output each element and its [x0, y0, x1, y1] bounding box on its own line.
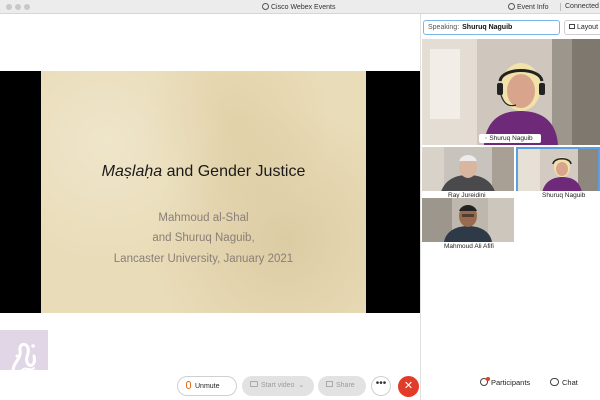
- shared-content-stage: Maṣlaḥa and Gender Justice Mahmoud al-Sh…: [0, 14, 420, 370]
- active-speaker-name: Shuruq Naguib: [489, 135, 533, 142]
- close-window-button[interactable]: [6, 4, 12, 10]
- chat-label: Chat: [562, 378, 578, 387]
- meeting-control-bar: Unmute ⌄ Start video ⌄ Share ••• ✕: [0, 370, 420, 400]
- info-icon: [508, 3, 515, 10]
- active-speaker-name-tag: ◦ Shuruq Naguib: [479, 134, 541, 143]
- share-label: Share: [336, 382, 355, 389]
- start-video-button[interactable]: Start video ⌄: [242, 376, 314, 396]
- slide-author-line-1: Mahmoud al-Shal: [158, 212, 249, 224]
- more-options-button[interactable]: •••: [371, 376, 391, 396]
- participant-name-tag: Shuruq Naguib: [516, 191, 600, 200]
- notification-dot: [486, 377, 490, 381]
- slide-author-line-2: and Shuruq Naguib,: [152, 232, 255, 244]
- slide-affiliation-line: Lancaster University, January 2021: [113, 253, 294, 265]
- layout-button[interactable]: Layout: [564, 20, 600, 35]
- chevron-down-icon: ⌄: [298, 382, 305, 389]
- unmute-button[interactable]: Unmute ⌄: [177, 376, 237, 396]
- active-speaker-indicator: Speaking: Shuruq Naguib: [423, 20, 560, 35]
- participant-video-tile-active[interactable]: [516, 147, 600, 195]
- presentation-area: Maṣlaḥa and Gender Justice Mahmoud al-Sh…: [0, 71, 420, 313]
- zoom-window-button[interactable]: [24, 4, 30, 10]
- leave-meeting-button[interactable]: ✕: [398, 376, 419, 397]
- titlebar-divider: [560, 3, 561, 11]
- start-video-label: Start video: [261, 382, 295, 389]
- participant-name: Shuruq Naguib: [542, 192, 586, 199]
- active-speaker-video[interactable]: [422, 39, 600, 145]
- unmute-label: Unmute: [195, 383, 220, 390]
- webex-logo-icon: [262, 3, 269, 10]
- layout-label: Layout: [577, 24, 599, 31]
- minimize-window-button[interactable]: [15, 4, 21, 10]
- slide-title: Maṣlaḥa and Gender Justice: [41, 163, 366, 181]
- window-titlebar: Cisco Webex Events Event Info Connected: [0, 0, 600, 14]
- participant-video-tile[interactable]: [422, 147, 514, 195]
- share-button[interactable]: Share: [318, 376, 366, 396]
- chat-bubble-icon: [550, 378, 559, 386]
- participants-video-panel: Speaking: Shuruq Naguib Layout ◦ Shuruq Na…: [420, 14, 600, 400]
- participants-label: Participants: [491, 378, 531, 387]
- chat-button[interactable]: Chat: [550, 378, 578, 387]
- presentation-slide: Maṣlaḥa and Gender Justice Mahmoud al-Sh…: [41, 71, 366, 313]
- connection-status: Connected: [565, 3, 599, 10]
- participants-button[interactable]: Participants: [480, 377, 531, 387]
- speaking-label: Speaking:: [428, 24, 460, 31]
- slide-title-italic: Maṣlaḥa: [101, 163, 163, 180]
- participants-icon: [480, 377, 490, 386]
- event-info-button[interactable]: Event Info: [508, 3, 549, 11]
- event-info-label: Event Info: [517, 4, 549, 11]
- microphone-muted-icon: [186, 381, 191, 389]
- app-title-text: Cisco Webex Events: [271, 4, 336, 11]
- share-screen-icon: [326, 381, 333, 387]
- microphone-icon: ◦: [485, 135, 488, 142]
- panel-actions: Participants Chat: [420, 370, 600, 400]
- participant-video-tile[interactable]: [422, 198, 514, 242]
- speaking-name: Shuruq Naguib: [462, 24, 513, 31]
- slide-title-rest: and Gender Justice: [162, 163, 306, 180]
- participant-name: Mahmoud Ali Afifi: [444, 243, 494, 250]
- app-title: Cisco Webex Events: [262, 3, 335, 11]
- camera-icon: [250, 381, 258, 387]
- layout-grid-icon: [569, 24, 575, 29]
- participant-name-tag: Mahmoud Ali Afifi: [422, 242, 514, 251]
